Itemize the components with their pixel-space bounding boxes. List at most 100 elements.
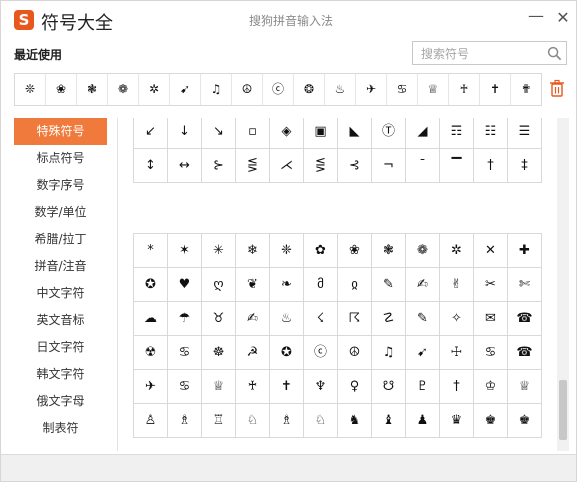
- symbol-cell[interactable]: ▔: [440, 149, 474, 183]
- symbol-cell[interactable]: ♘: [304, 404, 338, 438]
- scrollbar[interactable]: [557, 118, 569, 451]
- symbol-cell[interactable]: ☸: [202, 336, 236, 370]
- symbol-cell[interactable]: ❁: [406, 234, 440, 268]
- scrollbar-thumb[interactable]: [559, 380, 567, 440]
- symbol-cell[interactable]: ✎: [372, 268, 406, 302]
- recent-symbol[interactable]: ♫: [201, 74, 232, 105]
- symbol-cell[interactable]: ✕: [474, 234, 508, 268]
- symbol-cell[interactable]: ↔: [168, 149, 202, 183]
- sidebar-item-1[interactable]: 标点符号: [14, 145, 107, 172]
- sidebar-item-7[interactable]: 英文音标: [14, 307, 107, 334]
- recent-symbol[interactable]: ❊: [15, 74, 46, 105]
- recent-symbol[interactable]: ⓒ: [263, 74, 294, 105]
- symbol-cell[interactable]: ღ: [202, 268, 236, 302]
- symbol-cell[interactable]: ✍: [236, 302, 270, 336]
- symbol-cell[interactable]: ☩: [440, 336, 474, 370]
- symbol-cell[interactable]: ◢: [406, 118, 440, 149]
- recent-symbol[interactable]: ♨: [325, 74, 356, 105]
- symbol-cell[interactable]: ✧: [440, 302, 474, 336]
- symbol-cell[interactable]: ✪: [270, 336, 304, 370]
- recent-symbol[interactable]: ✲: [139, 74, 170, 105]
- recent-symbol[interactable]: ♕: [418, 74, 449, 105]
- symbol-cell[interactable]: ♛: [440, 404, 474, 438]
- symbol-cell[interactable]: ♔: [474, 370, 508, 404]
- recent-symbol[interactable]: ♋: [387, 74, 418, 105]
- minimize-button[interactable]: —: [526, 6, 546, 26]
- symbol-cell[interactable]: ⋌: [270, 149, 304, 183]
- symbol-cell[interactable]: ‡: [508, 149, 542, 183]
- recent-symbol[interactable]: ➹: [170, 74, 201, 105]
- symbol-cell[interactable]: ✝: [270, 370, 304, 404]
- symbol-cell[interactable]: ♥: [168, 268, 202, 302]
- recent-symbol[interactable]: ✟: [511, 74, 541, 105]
- recent-symbol[interactable]: ❀: [46, 74, 77, 105]
- symbol-cell[interactable]: ◈: [270, 118, 304, 149]
- recent-symbol[interactable]: ♰: [449, 74, 480, 105]
- symbol-cell[interactable]: ♰: [236, 370, 270, 404]
- symbol-cell[interactable]: ⊰: [338, 149, 372, 183]
- symbol-cell[interactable]: ☇: [304, 302, 338, 336]
- symbol-cell[interactable]: ☎: [508, 336, 542, 370]
- symbol-cell[interactable]: ♇: [406, 370, 440, 404]
- close-button[interactable]: ✕: [553, 8, 573, 28]
- symbol-cell[interactable]: ♀: [338, 370, 372, 404]
- symbol-cell[interactable]: ◣: [338, 118, 372, 149]
- symbol-cell[interactable]: ♉: [202, 302, 236, 336]
- recent-symbol[interactable]: ✝: [480, 74, 511, 105]
- sidebar-item-3[interactable]: 数学/单位: [14, 199, 107, 226]
- symbol-cell[interactable]: მ: [304, 268, 338, 302]
- symbol-cell[interactable]: ♫: [372, 336, 406, 370]
- symbol-cell[interactable]: ☋: [372, 370, 406, 404]
- symbol-cell[interactable]: ➹: [406, 336, 440, 370]
- symbol-cell[interactable]: ♕: [508, 370, 542, 404]
- symbol-cell[interactable]: ✪: [134, 268, 168, 302]
- recent-symbol[interactable]: ❃: [77, 74, 108, 105]
- symbol-cell[interactable]: ✲: [440, 234, 474, 268]
- symbol-cell[interactable]: ↓: [168, 118, 202, 149]
- symbol-cell[interactable]: ✚: [508, 234, 542, 268]
- symbol-cell[interactable]: ✎: [406, 302, 440, 336]
- symbol-cell[interactable]: ☁: [134, 302, 168, 336]
- recent-symbol[interactable]: ❂: [294, 74, 325, 105]
- symbol-cell[interactable]: †: [440, 370, 474, 404]
- symbol-cell[interactable]: ☂: [168, 302, 202, 336]
- symbol-cell[interactable]: ♨: [270, 302, 304, 336]
- sidebar-item-9[interactable]: 韩文字符: [14, 361, 107, 388]
- symbol-cell[interactable]: ☶: [440, 118, 474, 149]
- symbol-cell[interactable]: ↘: [202, 118, 236, 149]
- symbol-cell[interactable]: ☈: [338, 302, 372, 336]
- sidebar-item-6[interactable]: 中文字符: [14, 280, 107, 307]
- symbol-cell[interactable]: ⊱: [202, 149, 236, 183]
- symbol-cell[interactable]: ♋: [168, 370, 202, 404]
- search-icon[interactable]: [547, 46, 562, 61]
- search-box[interactable]: [412, 41, 567, 65]
- symbol-cell[interactable]: ▣: [304, 118, 338, 149]
- recent-symbol[interactable]: ❁: [108, 74, 139, 105]
- sidebar-item-10[interactable]: 俄文字母: [14, 388, 107, 415]
- symbol-cell[interactable]: ✿: [304, 234, 338, 268]
- symbol-cell[interactable]: ☢: [134, 336, 168, 370]
- symbol-cell[interactable]: ⋚: [304, 149, 338, 183]
- symbol-cell[interactable]: ⋚: [236, 149, 270, 183]
- search-input[interactable]: [419, 44, 541, 64]
- sidebar-item-5[interactable]: 拼音/注音: [14, 253, 107, 280]
- symbol-cell[interactable]: *: [134, 234, 168, 268]
- symbol-cell[interactable]: ☎: [508, 302, 542, 336]
- symbol-cell[interactable]: ❦: [236, 268, 270, 302]
- symbol-cell[interactable]: ✉: [474, 302, 508, 336]
- symbol-cell[interactable]: ♆: [304, 370, 338, 404]
- symbol-cell[interactable]: ♝: [372, 404, 406, 438]
- symbol-cell[interactable]: ♖: [202, 404, 236, 438]
- symbol-cell[interactable]: ⓒ: [304, 336, 338, 370]
- symbol-cell[interactable]: ❃: [372, 234, 406, 268]
- symbol-cell[interactable]: ☰: [508, 118, 542, 149]
- symbol-cell[interactable]: ✂: [474, 268, 508, 302]
- sidebar-item-0[interactable]: 特殊符号: [14, 118, 107, 145]
- sidebar-item-2[interactable]: 数字序号: [14, 172, 107, 199]
- symbol-cell[interactable]: ✌: [440, 268, 474, 302]
- symbol-cell[interactable]: ☷: [474, 118, 508, 149]
- symbol-cell[interactable]: ✶: [168, 234, 202, 268]
- symbol-cell[interactable]: ♋: [474, 336, 508, 370]
- symbol-cell[interactable]: Ⓣ: [372, 118, 406, 149]
- symbol-cell[interactable]: ❀: [338, 234, 372, 268]
